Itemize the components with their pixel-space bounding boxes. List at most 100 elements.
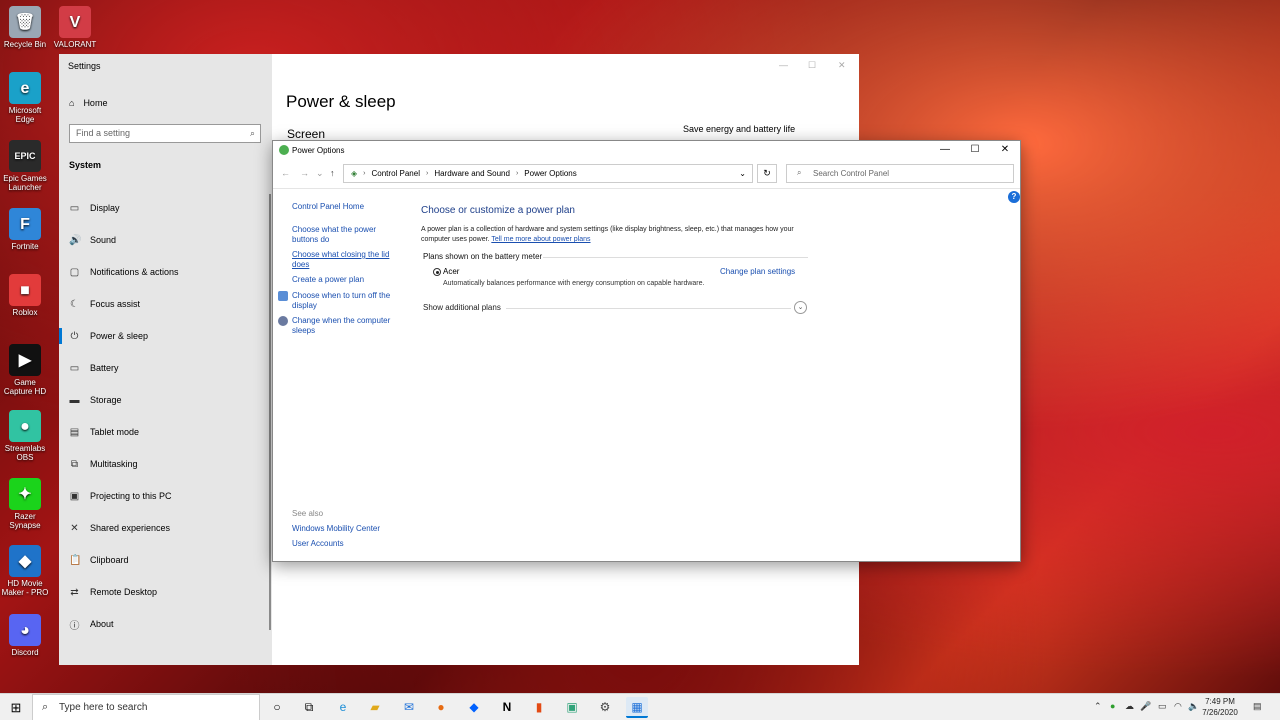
tray-app-icon[interactable]: ● — [1110, 701, 1115, 711]
maximize-icon[interactable]: ☐ — [965, 144, 985, 155]
desktop-icon[interactable]: ◕ Discord — [0, 614, 50, 657]
power-buttons-link[interactable]: Choose what the power buttons do — [292, 225, 388, 245]
streamlabs-icon[interactable]: ▣ — [561, 697, 583, 718]
microphone-icon[interactable]: 🎤 — [1140, 701, 1151, 712]
change-plan-settings-link[interactable]: Change plan settings — [720, 267, 795, 276]
maximize-icon[interactable]: ☐ — [808, 60, 816, 71]
settings-nav-item[interactable]: ▭ Battery — [59, 352, 272, 384]
people-icon[interactable]: ⌃ — [1094, 701, 1102, 712]
refresh-button[interactable]: ↻ — [757, 164, 777, 183]
settings-nav-item[interactable]: ▤ Tablet mode — [59, 416, 272, 448]
settings-nav-item[interactable]: ▣ Projecting to this PC — [59, 480, 272, 512]
breadcrumb[interactable]: ◈ › Control Panel › Hardware and Sound ›… — [343, 164, 753, 183]
windows-start-icon[interactable]: ⊞ — [0, 694, 32, 720]
recent-dropdown-icon[interactable]: ⌄ — [316, 168, 324, 179]
task-view-icon[interactable]: ⧉ — [298, 697, 320, 718]
nav-item-label: Shared experiences — [90, 523, 171, 533]
app-icon: ✦ — [9, 478, 41, 510]
desktop-icon[interactable]: ▶ Game Capture HD — [0, 344, 50, 396]
desktop-icon-label: Game Capture HD — [3, 378, 47, 396]
plan-description: Automatically balances performance with … — [443, 280, 705, 287]
breadcrumb-item[interactable]: Hardware and Sound — [434, 169, 510, 178]
up-arrow-icon[interactable]: ↑ — [330, 168, 335, 178]
plan-radio-button[interactable] — [433, 268, 441, 276]
notion-icon[interactable]: N — [496, 697, 518, 718]
settings-home-link[interactable]: ⌂ Home — [69, 98, 107, 108]
minimize-icon[interactable]: — — [779, 60, 788, 70]
breadcrumb-item[interactable]: Control Panel — [372, 169, 420, 178]
section-rule — [506, 308, 791, 309]
desktop-icon[interactable]: e Microsoft Edge — [0, 72, 50, 124]
create-power-plan-link[interactable]: Create a power plan — [292, 275, 364, 285]
desktop-icon-label: Microsoft Edge — [8, 106, 42, 124]
close-icon[interactable]: ✕ — [838, 60, 846, 71]
settings-nav-item[interactable]: 📋 Clipboard — [59, 544, 272, 576]
breadcrumb-separator: › — [363, 170, 366, 177]
desktop-icon[interactable]: EPIC Epic Games Launcher — [0, 140, 50, 192]
settings-scrollbar[interactable] — [269, 194, 271, 630]
computer-sleeps-link[interactable]: Change when the computer sleeps — [292, 316, 398, 336]
plan-name[interactable]: Acer — [443, 267, 459, 276]
desktop-icon[interactable]: ■ Roblox — [0, 274, 50, 317]
show-additional-plans-label[interactable]: Show additional plans — [423, 303, 501, 312]
settings-nav-item[interactable]: ⧉ Multitasking — [59, 448, 272, 480]
wifi-icon[interactable]: ◠ — [1174, 701, 1182, 712]
desktop-icon[interactable]: F Fortnite — [0, 208, 50, 251]
firefox-icon[interactable]: ● — [430, 697, 452, 718]
cortana-icon[interactable]: ○ — [266, 697, 288, 718]
desktop-icon[interactable]: ✦ Razer Synapse — [0, 478, 50, 530]
desktop-icon[interactable]: ● Streamlabs OBS — [0, 410, 50, 462]
nav-item-icon: ⏻ — [70, 330, 79, 342]
settings-nav-item[interactable]: ✕ Shared experiences — [59, 512, 272, 544]
office-icon[interactable]: ▮ — [528, 697, 550, 718]
app-icon: ■ — [9, 274, 41, 306]
notifications-icon[interactable]: ▤ — [1253, 701, 1262, 712]
nav-item-label: Storage — [90, 395, 122, 405]
mobility-center-link[interactable]: Windows Mobility Center — [292, 524, 380, 533]
settings-nav-item[interactable]: ☾ Focus assist — [59, 288, 272, 320]
chevron-down-icon[interactable]: ⌄ — [739, 169, 746, 178]
desktop-icon[interactable]: 🗑 Recycle Bin — [0, 6, 50, 49]
settings-nav-item[interactable]: ⇄ Remote Desktop — [59, 576, 272, 608]
control-panel-home-link[interactable]: Control Panel Home — [292, 202, 364, 212]
file-explorer-icon[interactable]: ▰ — [364, 697, 386, 718]
mail-icon[interactable]: ✉ — [398, 697, 420, 718]
settings-search-input[interactable]: Find a setting ⌕ — [69, 124, 261, 143]
battery-icon[interactable]: ▭ — [1158, 701, 1167, 712]
edge-icon[interactable]: e — [332, 697, 354, 718]
breadcrumb-item[interactable]: Power Options — [524, 169, 576, 178]
search-icon: ⌕ — [42, 701, 49, 713]
search-icon: ⌕ — [249, 128, 255, 138]
nav-item-icon: ✕ — [70, 522, 79, 534]
chevron-down-icon[interactable]: ⌄ — [794, 301, 807, 314]
user-accounts-link[interactable]: User Accounts — [292, 539, 344, 548]
taskbar-clock[interactable]: 7:49 PM 7/26/2020 — [1196, 696, 1244, 718]
close-icon[interactable]: ✕ — [995, 144, 1015, 155]
onedrive-icon[interactable]: ☁ — [1125, 701, 1134, 712]
desktop-icon[interactable]: ◆ HD Movie Maker - PRO — [0, 545, 50, 597]
settings-nav-item[interactable]: ▬ Storage — [59, 384, 272, 416]
settings-nav-item[interactable]: ▢ Notifications & actions — [59, 256, 272, 288]
settings-nav-item[interactable]: ⏻ Power & sleep — [59, 320, 272, 352]
settings-gear-icon[interactable]: ⚙ — [594, 697, 616, 718]
settings-nav-item[interactable]: ▭ Display — [59, 192, 272, 224]
dropbox-icon[interactable]: ◆ — [463, 697, 485, 718]
control-panel-search-input[interactable]: ⌕ Search Control Panel — [786, 164, 1014, 183]
forward-arrow-icon[interactable]: → — [300, 168, 309, 178]
settings-nav-item[interactable]: ⓘ About — [59, 608, 272, 640]
desktop-icon[interactable]: V VALORANT — [50, 6, 100, 49]
turn-off-display-link[interactable]: Choose when to turn off the display — [292, 291, 398, 311]
control-panel-taskbar-icon[interactable]: ▦ — [626, 697, 648, 718]
learn-more-link[interactable]: Tell me more about power plans — [491, 236, 590, 243]
nav-item-label: Notifications & actions — [90, 267, 179, 277]
back-arrow-icon[interactable]: ← — [281, 168, 290, 178]
nav-item-icon: ▭ — [69, 362, 80, 374]
taskbar-search-input[interactable]: ⌕ Type here to search — [32, 694, 260, 720]
settings-nav-item[interactable]: 🔊 Sound — [59, 224, 272, 256]
minimize-icon[interactable]: — — [935, 144, 955, 155]
main-description: A power plan is a collection of hardware… — [421, 225, 811, 245]
power-titlebar[interactable]: Power Options — ☐ ✕ — [273, 141, 1020, 160]
help-icon[interactable]: ? — [1008, 191, 1020, 203]
closing-lid-link[interactable]: Choose what closing the lid does — [292, 250, 398, 270]
power-options-window: Power Options — ☐ ✕ ← → ⌄ ↑ ◈ › Control … — [272, 140, 1021, 562]
